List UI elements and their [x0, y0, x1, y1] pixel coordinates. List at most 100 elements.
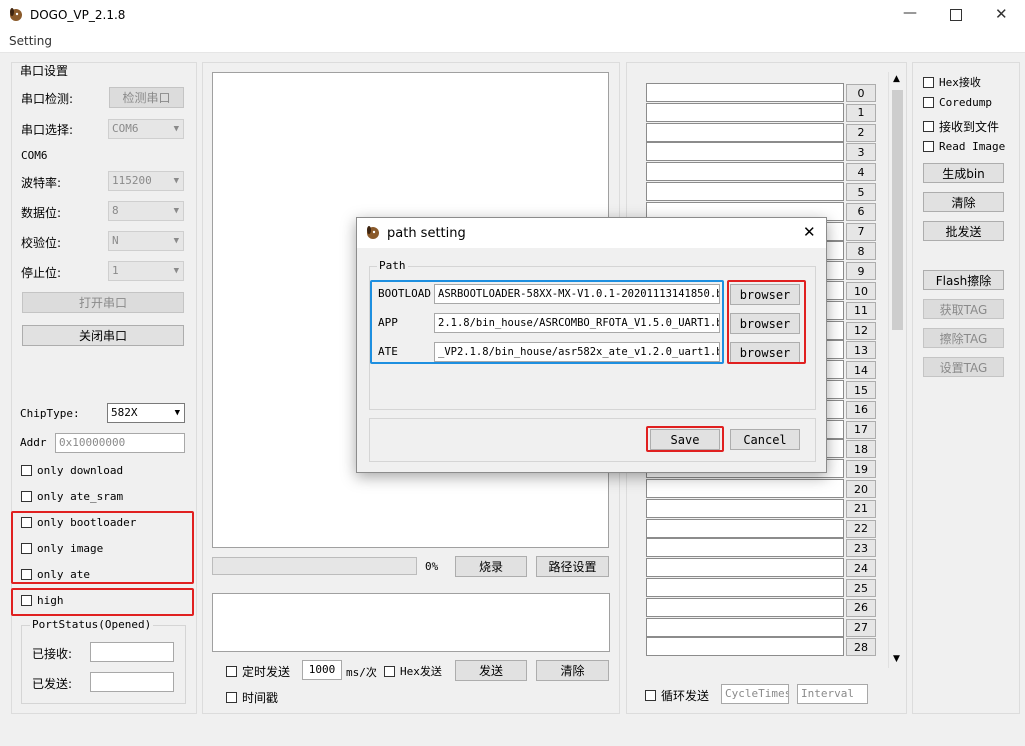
coredump-checkbox[interactable]: Coredump [923, 96, 992, 109]
send-textarea[interactable] [212, 593, 610, 652]
multi-send-row-button[interactable]: 16 [846, 400, 876, 419]
interval-input[interactable]: 1000 [302, 660, 342, 680]
multi-send-row-button[interactable]: 24 [846, 559, 876, 578]
multi-send-row-button[interactable]: 9 [846, 262, 876, 281]
multi-send-row-button[interactable]: 5 [846, 183, 876, 201]
multi-send-row-button[interactable]: 3 [846, 143, 876, 162]
sent-label: 已发送: [32, 677, 73, 691]
multi-send-input[interactable] [646, 162, 844, 182]
addr-input[interactable]: 0x10000000 [55, 433, 185, 453]
cancel-button[interactable]: Cancel [730, 429, 800, 450]
multi-send-row-button[interactable]: 1 [846, 103, 876, 122]
multi-send-row-button[interactable]: 8 [846, 242, 876, 261]
multi-send-row-button[interactable]: 13 [846, 341, 876, 360]
generate-bin-button[interactable]: 生成bin [923, 163, 1004, 183]
baud-select[interactable]: 115200 ▼ [108, 171, 184, 191]
multi-send-scrollbar[interactable]: ▲ ▼ [888, 72, 906, 668]
only-download-checkbox[interactable]: only download [21, 464, 123, 477]
clear-send-button[interactable]: 清除 [536, 660, 609, 681]
only-ate-sram-checkbox[interactable]: only ate_sram [21, 490, 123, 503]
multi-send-row-button[interactable]: 2 [846, 123, 876, 142]
open-port-button[interactable]: 打开串口 [22, 292, 184, 313]
detect-label: 串口检测: [21, 92, 74, 106]
multi-send-input[interactable] [646, 102, 844, 122]
detect-port-button[interactable]: 检测串口 [109, 87, 184, 108]
send-button[interactable]: 发送 [455, 660, 527, 681]
menu-setting[interactable]: Setting [9, 34, 52, 48]
hex-receive-checkbox[interactable]: Hex接收 [923, 74, 981, 90]
cycle-interval-input[interactable]: Interval [797, 684, 868, 704]
port-name: COM6 [21, 149, 48, 162]
parity-label: 校验位: [21, 236, 62, 250]
burn-progress-bar [212, 557, 417, 575]
multi-send-row-button[interactable]: 0 [846, 84, 876, 102]
stop-bits-select[interactable]: 1 ▼ [108, 261, 184, 281]
multi-send-input[interactable] [646, 637, 844, 657]
get-tag-button[interactable]: 获取TAG [923, 299, 1004, 319]
multi-send-row-button[interactable]: 27 [846, 618, 876, 637]
received-label: 已接收: [32, 647, 73, 661]
baud-label: 波特率: [21, 176, 62, 190]
multi-send-row-button[interactable]: 22 [846, 519, 876, 538]
close-port-button[interactable]: 关闭串口 [22, 325, 184, 346]
dialog-close-icon[interactable]: ✕ [803, 223, 816, 241]
read-image-checkbox[interactable]: Read Image [923, 140, 1005, 153]
flash-erase-button[interactable]: Flash擦除 [923, 270, 1004, 290]
cycle-times-input[interactable]: CycleTimes [721, 684, 789, 704]
multi-send-input[interactable] [646, 479, 844, 498]
multi-send-input[interactable] [646, 498, 844, 518]
data-bits-select[interactable]: 8 ▼ [108, 201, 184, 221]
multi-send-input[interactable] [646, 182, 844, 201]
parity-select[interactable]: N ▼ [108, 231, 184, 251]
multi-send-input[interactable] [646, 558, 844, 578]
set-tag-button[interactable]: 设置TAG [923, 357, 1004, 377]
multi-send-input[interactable] [646, 597, 844, 617]
multi-send-input[interactable] [646, 122, 844, 142]
multi-send-input[interactable] [646, 617, 844, 637]
stop-bits-label: 停止位: [21, 266, 62, 280]
multi-send-row-button[interactable]: 26 [846, 598, 876, 617]
chiptype-label: ChipType: [20, 407, 80, 420]
erase-tag-button[interactable]: 擦除TAG [923, 328, 1004, 348]
multi-send-input[interactable] [646, 518, 844, 538]
path-setting-button[interactable]: 路径设置 [536, 556, 609, 577]
multi-send-row-button[interactable]: 7 [846, 222, 876, 241]
multi-send-row-button[interactable]: 10 [846, 282, 876, 300]
receive-to-file-checkbox[interactable]: 接收到文件 [923, 118, 999, 135]
multi-send-row-button[interactable]: 23 [846, 539, 876, 558]
multi-send-input[interactable] [646, 538, 844, 558]
multi-send-row-button[interactable]: 18 [846, 440, 876, 459]
multi-send-row-button[interactable]: 6 [846, 202, 876, 221]
minimize-icon[interactable]: — [903, 5, 917, 21]
multi-send-row-button[interactable]: 21 [846, 499, 876, 518]
multi-send-input[interactable] [646, 578, 844, 597]
progress-text: 0% [425, 560, 439, 573]
timestamp-checkbox[interactable]: 时间戳 [226, 689, 278, 706]
multi-send-input[interactable] [646, 142, 844, 162]
burn-button[interactable]: 烧录 [455, 556, 527, 577]
port-select[interactable]: COM6 ▼ [108, 119, 184, 139]
scroll-thumb[interactable] [892, 90, 903, 330]
right-clear-button[interactable]: 清除 [923, 192, 1004, 212]
multi-send-row-button[interactable]: 28 [846, 638, 876, 657]
timed-send-checkbox[interactable]: 定时发送 [226, 663, 290, 680]
close-icon[interactable]: ✕ [995, 5, 1008, 23]
loop-send-checkbox[interactable]: 循环发送 [645, 687, 709, 704]
multi-send-row-button[interactable]: 14 [846, 361, 876, 380]
hex-send-checkbox[interactable]: Hex发送 [384, 663, 442, 679]
port-status-group [21, 625, 186, 704]
batch-send-button[interactable]: 批发送 [923, 221, 1004, 241]
chevron-down-icon: ▼ [173, 206, 179, 216]
multi-send-input[interactable] [646, 83, 844, 102]
multi-send-row-button[interactable]: 17 [846, 420, 876, 439]
multi-send-row-button[interactable]: 25 [846, 579, 876, 597]
multi-send-row-button[interactable]: 4 [846, 163, 876, 182]
multi-send-row-button[interactable]: 20 [846, 480, 876, 498]
maximize-icon[interactable] [950, 9, 962, 21]
multi-send-row-button[interactable]: 12 [846, 321, 876, 340]
multi-send-row-button[interactable]: 11 [846, 301, 876, 320]
interval-unit: ms/次 [346, 666, 377, 679]
multi-send-row-button[interactable]: 15 [846, 381, 876, 399]
multi-send-row-button[interactable]: 19 [846, 460, 876, 479]
chiptype-select[interactable]: 582X ▼ [107, 403, 185, 423]
